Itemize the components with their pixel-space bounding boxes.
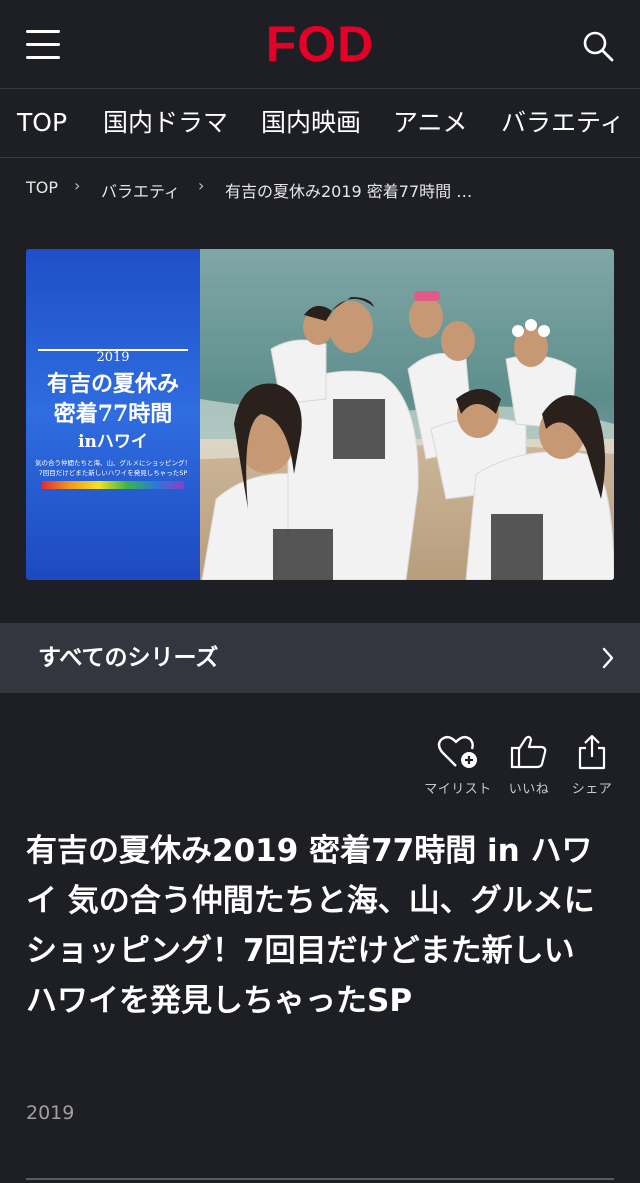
- all-series-label: すべてのシリーズ: [38, 645, 219, 671]
- nav-item-anime[interactable]: アニメ: [393, 89, 468, 157]
- mylist-button[interactable]: マイリスト: [418, 734, 498, 797]
- divider: [26, 1178, 614, 1180]
- mylist-label: マイリスト: [424, 782, 492, 797]
- share-button[interactable]: シェア: [552, 734, 632, 797]
- breadcrumb-current: 有吉の夏休み2019 密着77時間 …: [225, 182, 473, 201]
- program-key-visual: 2019 有吉の夏休み 密着77時間 inハワイ 気の合う仲間たちと海、山、グル…: [26, 249, 614, 580]
- heart-plus-icon: [437, 735, 477, 768]
- panel-subtitle-1: 気の合う仲間たちと海、山、グルメにショッピング！: [35, 458, 191, 467]
- nav-item-domestic-drama[interactable]: 国内ドラマ: [103, 89, 228, 157]
- share-icon: [578, 734, 606, 770]
- thumbs-up-icon: [510, 735, 547, 769]
- program-year: 2019: [26, 1102, 75, 1124]
- key-visual-image: 2019 有吉の夏休み 密着77時間 inハワイ 気の合う仲間たちと海、山、グル…: [26, 249, 614, 580]
- fod-logo[interactable]: FOD: [0, 14, 640, 74]
- breadcrumb: TOP › バラエティ › 有吉の夏休み2019 密着77時間 …: [0, 170, 640, 206]
- all-series-button[interactable]: すべてのシリーズ: [0, 623, 640, 693]
- panel-title-line3: inハワイ: [78, 432, 148, 452]
- breadcrumb-top[interactable]: TOP: [26, 178, 58, 197]
- chevron-right-icon: [602, 647, 614, 669]
- nav-item-top[interactable]: TOP: [17, 89, 67, 157]
- nav-item-domestic-movie[interactable]: 国内映画: [261, 89, 361, 157]
- app-header: FOD: [0, 0, 640, 89]
- nav-item-variety[interactable]: バラエティ: [501, 89, 625, 157]
- search-icon[interactable]: [580, 28, 616, 64]
- panel-subtitle-2: 7回目だけどまた新しいハワイを発見しちゃったSP: [39, 468, 188, 477]
- chevron-right-icon: ›: [198, 176, 205, 195]
- program-title: 有吉の夏休み2019 密着77時間 in ハワイ 気の合う仲間たちと海、山、グル…: [26, 833, 595, 1019]
- panel-title-line1: 有吉の夏休み: [47, 371, 179, 397]
- share-label: シェア: [571, 782, 613, 797]
- panel-year-text: 2019: [96, 350, 129, 365]
- chevron-right-icon: ›: [74, 176, 81, 195]
- panel-title-line2: 密着77時間: [54, 401, 173, 427]
- breadcrumb-variety[interactable]: バラエティ: [101, 178, 180, 202]
- category-nav: TOP 国内ドラマ 国内映画 アニメ バラエティ: [0, 89, 640, 158]
